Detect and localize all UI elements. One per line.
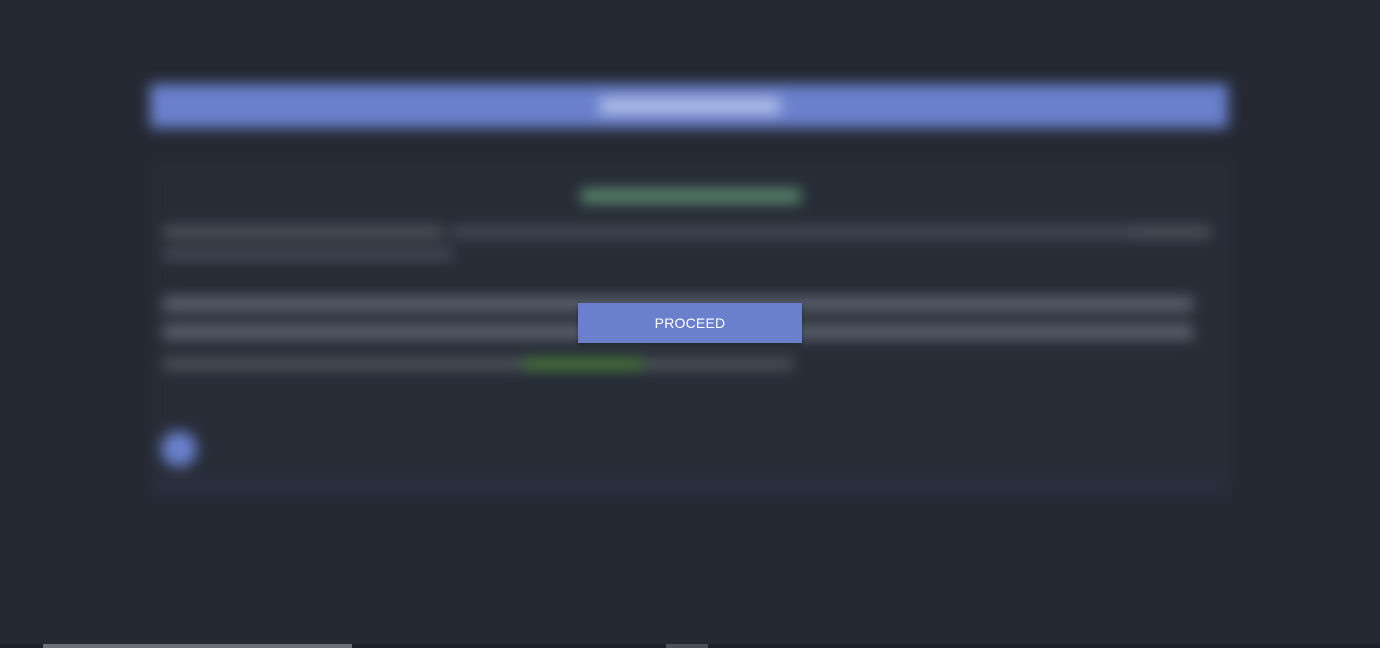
blurred-text-line <box>163 249 453 259</box>
blurred-header-title <box>600 98 780 114</box>
blurred-link <box>523 359 643 369</box>
proceed-button[interactable]: PROCEED <box>578 303 802 343</box>
horizontal-scrollbar[interactable] <box>0 644 1380 648</box>
scrollbar-thumb[interactable] <box>43 644 352 648</box>
blurred-text-line <box>451 227 1131 237</box>
blurred-paragraph-line <box>643 359 793 369</box>
scrollbar-segment <box>666 644 708 648</box>
blurred-footer-strip <box>150 480 1228 494</box>
page: PROCEED <box>0 0 1380 648</box>
blurred-avatar <box>161 431 197 467</box>
blurred-text-line <box>163 227 443 237</box>
blurred-subheading <box>581 189 801 203</box>
blurred-text-line <box>1131 227 1211 237</box>
blurred-paragraph-line <box>163 359 523 369</box>
blurred-header-bar <box>150 84 1228 128</box>
